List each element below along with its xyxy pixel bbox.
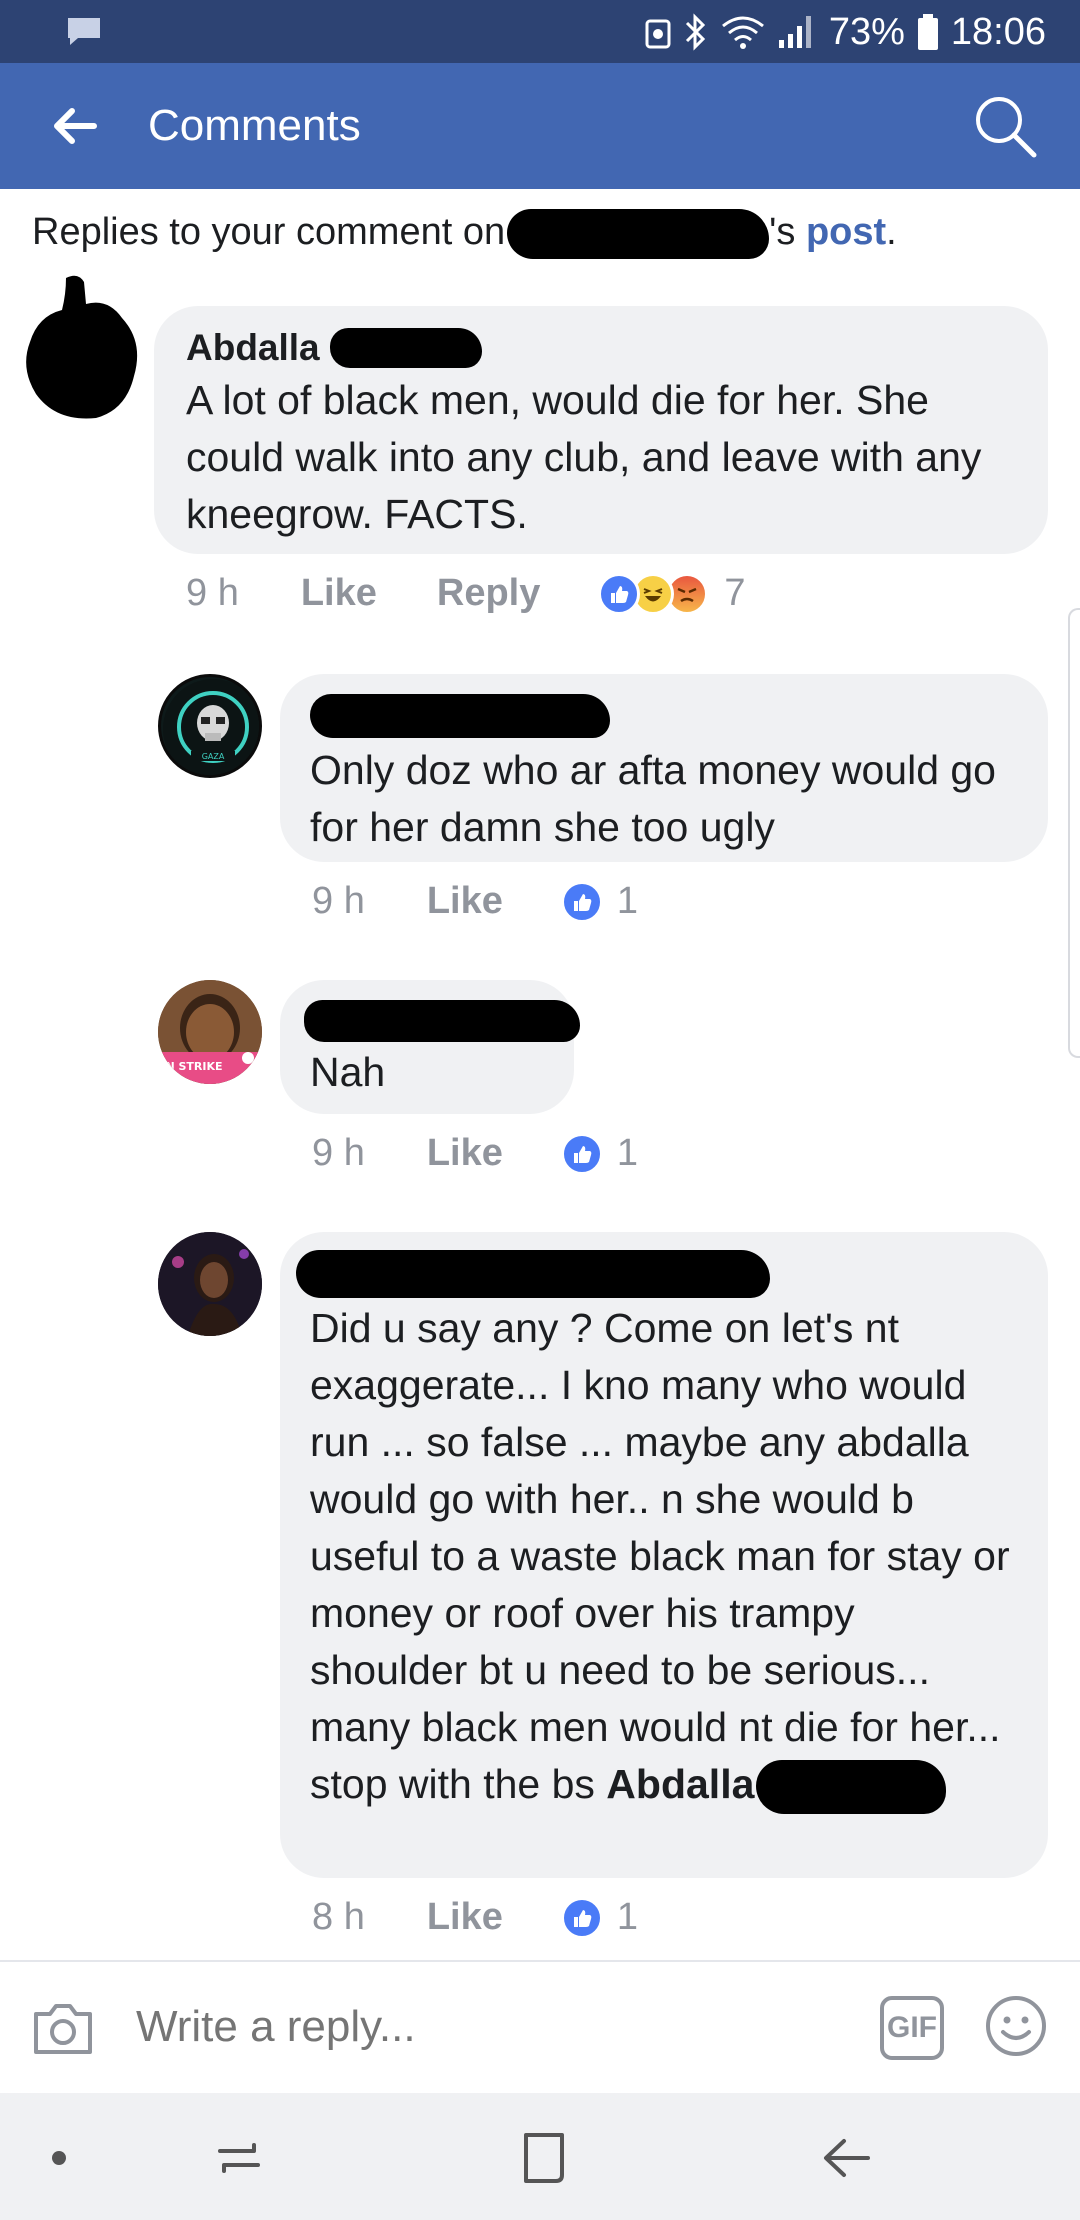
- comment-bubble[interactable]: Abdalla A lot of black men, would die fo…: [154, 306, 1048, 554]
- like-reaction-icon[interactable]: [560, 1896, 603, 1939]
- status-bar: 73% 18:06: [0, 0, 1080, 63]
- avatar[interactable]: GAZA: [158, 674, 262, 778]
- comment-actions: 9 h Like Reply 7: [186, 572, 746, 615]
- app-header: Comments: [0, 63, 1080, 189]
- comment-time: 9 h: [186, 572, 239, 614]
- avatar[interactable]: N STRIKE: [158, 980, 262, 1084]
- like-button[interactable]: Like: [427, 880, 503, 923]
- camera-icon[interactable]: [32, 2000, 94, 2056]
- avatar[interactable]: [158, 1232, 262, 1336]
- bluetooth-icon: [685, 13, 705, 51]
- redacted-name: [507, 208, 770, 259]
- back-arrow-icon[interactable]: [48, 99, 102, 153]
- skull-avatar-image: GAZA: [163, 679, 259, 775]
- clock: 18:06: [950, 10, 1046, 53]
- redacted-mention-surname: [756, 1760, 947, 1815]
- scrollbar[interactable]: [1068, 608, 1080, 1058]
- comment-text: Did u say any ? Come on let's nt exagger…: [310, 1300, 1018, 1815]
- comment-text: Only doz who ar afta money would go for …: [310, 747, 996, 850]
- reply-input[interactable]: [136, 2002, 836, 2052]
- message-notification-icon: [68, 18, 100, 45]
- reaction-count[interactable]: 1: [617, 1896, 638, 1939]
- redacted-commenter-name: [310, 694, 610, 738]
- comment-bubble[interactable]: Only doz who ar afta money would go for …: [280, 674, 1048, 862]
- replies-prefix: Replies to your comment on: [32, 211, 506, 253]
- commenter-name[interactable]: Abdalla: [186, 326, 320, 370]
- redacted-commenter-name: [304, 1000, 580, 1042]
- comment-bubble[interactable]: Nah: [280, 980, 580, 1114]
- battery-icon: [917, 14, 938, 50]
- battery-percent: 73%: [828, 10, 905, 53]
- period: .: [886, 211, 897, 253]
- reply-button[interactable]: Reply: [437, 572, 540, 615]
- system-nav-bar: [0, 2093, 1080, 2220]
- comment-actions: 9 h Like 1: [312, 1132, 638, 1175]
- search-icon[interactable]: [972, 93, 1038, 159]
- reaction-count[interactable]: 7: [724, 572, 745, 615]
- security-lock-icon: [645, 19, 671, 49]
- comment-text: Nah: [310, 1049, 386, 1095]
- comment-actions: 9 h Like 1: [312, 880, 638, 923]
- redacted-surname: [329, 328, 482, 368]
- reaction-count[interactable]: 1: [617, 1132, 638, 1175]
- back-button-icon[interactable]: [820, 2133, 872, 2183]
- page-title: Comments: [148, 101, 361, 150]
- comment-text: A lot of black men, would die for her. S…: [186, 377, 982, 537]
- reaction-count[interactable]: 1: [617, 880, 638, 923]
- mention-link[interactable]: Abdalla: [606, 1761, 754, 1807]
- comment-actions: 8 h Like 1: [312, 1896, 638, 1939]
- comment-time: 9 h: [312, 1132, 365, 1174]
- like-reaction-icon: [598, 572, 641, 615]
- comment-text-content: Did u say any ? Come on let's nt exagger…: [310, 1305, 1010, 1807]
- portrait-avatar-image: N STRIKE: [158, 980, 262, 1084]
- like-button[interactable]: Like: [427, 1132, 503, 1175]
- post-link[interactable]: post: [806, 211, 886, 253]
- like-button[interactable]: Like: [301, 572, 377, 615]
- comment-bubble[interactable]: Did u say any ? Come on let's nt exagger…: [280, 1232, 1048, 1878]
- avatar-badge-text: N STRIKE: [165, 1060, 222, 1073]
- redacted-commenter-name: [296, 1250, 770, 1298]
- nav-dot-icon[interactable]: [52, 2151, 66, 2165]
- comment-time: 9 h: [312, 880, 365, 922]
- emoji-icon[interactable]: [984, 1994, 1048, 2058]
- status-icons: 73% 18:06: [645, 10, 1046, 54]
- avatar-badge-text: GAZA: [202, 752, 225, 761]
- reaction-icons[interactable]: [598, 572, 709, 615]
- comment-time: 8 h: [312, 1896, 365, 1938]
- replies-suffix: 's: [769, 211, 796, 253]
- signal-icon: [778, 16, 811, 48]
- recent-apps-icon[interactable]: [214, 2133, 264, 2183]
- replies-context-line: Replies to your comment on 's post.: [32, 206, 897, 259]
- home-button-icon[interactable]: [518, 2131, 568, 2185]
- gif-button[interactable]: GIF: [880, 1996, 944, 2060]
- like-reaction-icon[interactable]: [560, 880, 603, 923]
- portrait-avatar-image: [158, 1232, 262, 1336]
- avatar-redacted[interactable]: [22, 272, 146, 422]
- reply-composer: GIF: [0, 1960, 1080, 2093]
- like-button[interactable]: Like: [427, 1896, 503, 1939]
- wifi-icon: [721, 16, 764, 49]
- like-reaction-icon[interactable]: [560, 1132, 603, 1175]
